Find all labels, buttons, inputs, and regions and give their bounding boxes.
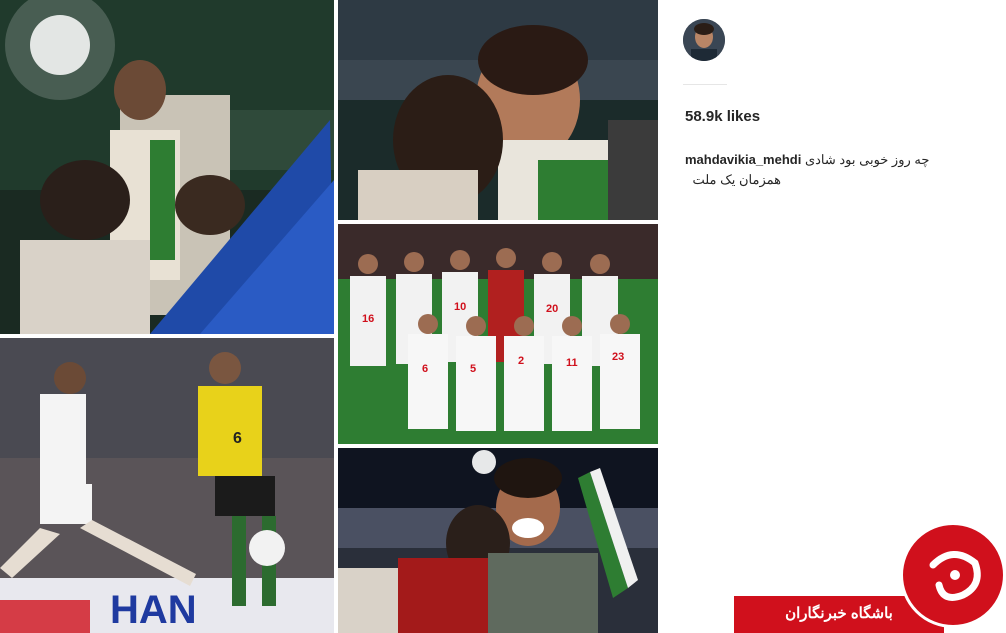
jersey-number: 11: [566, 357, 578, 369]
photo-match-action: HAN 6: [0, 338, 334, 633]
post-caption: mahdavikia_mehdi چه روز خوبی بود شادی هم…: [685, 150, 990, 190]
jersey-number: 23: [612, 351, 624, 363]
caption-text-line1: چه روز خوبی بود شادی: [804, 152, 930, 167]
avatar[interactable]: [683, 19, 725, 61]
jersey-number: 16: [362, 313, 374, 325]
jersey-number: 6: [422, 363, 428, 375]
photo-emotional-hug: [338, 0, 658, 220]
caption-text-line2: همزمان یک ملت: [692, 172, 781, 187]
jersey-number: 2: [518, 355, 524, 367]
jersey-number: 5: [470, 363, 476, 375]
watermark-logo: باشگاه خبرنگاران: [734, 522, 1006, 633]
caption-username[interactable]: mahdavikia_mehdi: [685, 152, 801, 167]
jersey-number: 10: [454, 301, 466, 313]
divider: [683, 84, 727, 85]
photo-flag-celebration: [0, 0, 334, 334]
photo-collage: 16 10 20 6 5 2 11 23 HAN 6: [0, 0, 658, 633]
stadium-banner-text: HAN: [110, 588, 197, 632]
photo-team-lineup: 16 10 20 6 5 2 11 23: [338, 224, 658, 444]
photo-goalkeeper-joy: [338, 448, 658, 633]
jersey-number: 20: [546, 303, 558, 315]
likes-count[interactable]: 58.9k likes: [685, 108, 760, 125]
player-number: 6: [233, 430, 242, 447]
watermark-emblem-icon: [900, 522, 1006, 628]
